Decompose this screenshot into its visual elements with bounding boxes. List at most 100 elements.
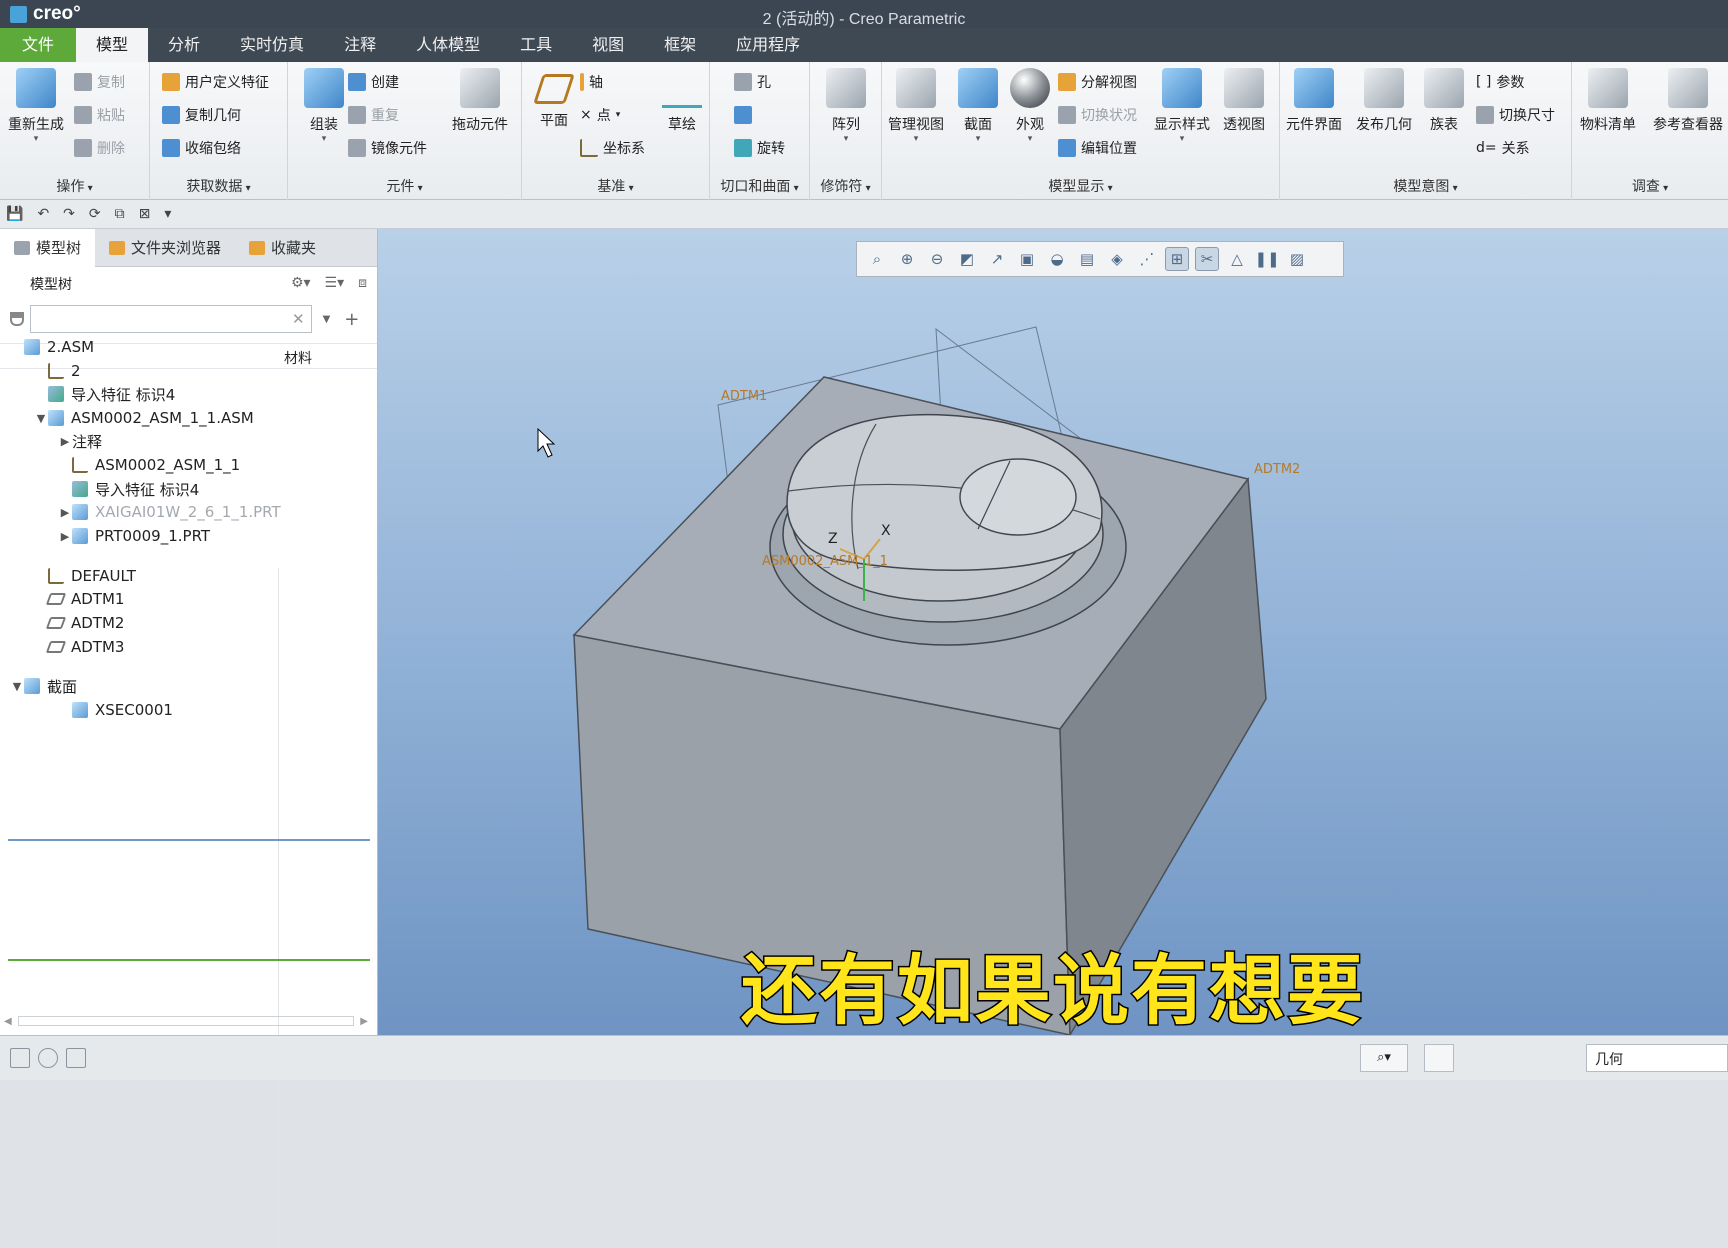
regenerate-small-icon[interactable]: ⟳ (89, 206, 101, 222)
drag-components-button[interactable]: 拖动元件 (448, 68, 512, 134)
tree-horizontal-scrollbar[interactable]: ◀ ▶ (4, 1013, 368, 1029)
insert-here-divider[interactable] (8, 839, 370, 841)
scroll-track[interactable] (17, 1016, 355, 1026)
tab-model[interactable]: 模型 (76, 28, 149, 62)
windows-icon[interactable]: ⧉ (115, 206, 125, 222)
display-style-button[interactable]: 显示样式 ▾ (1150, 68, 1214, 144)
column-material[interactable]: 材料 (284, 348, 312, 368)
tree-row[interactable]: ▶ 注释 (58, 428, 102, 454)
tree-row[interactable]: ▶ PRT0009_1.PRT (58, 523, 210, 549)
family-table-button[interactable]: 族表 (1412, 68, 1476, 134)
tab-annotate[interactable]: 注释 (324, 28, 396, 62)
group-label-model-intent[interactable]: 模型意图 (1280, 176, 1571, 196)
tree-row[interactable]: 导入特征 标识4 (34, 381, 175, 407)
customize-dropdown-icon[interactable]: ▾ (164, 206, 171, 222)
tab-file[interactable]: 文件 (0, 28, 77, 62)
reference-viewer-button[interactable]: 参考查看器 (1652, 68, 1724, 134)
redo-icon[interactable]: ↷ (63, 206, 75, 222)
assemble-button[interactable]: 组装 ▾ (292, 68, 356, 144)
manage-views-button[interactable]: 管理视图 ▾ (884, 68, 948, 144)
tree-row[interactable]: ▼ 截面 (10, 673, 77, 699)
edit-position-button[interactable]: 编辑位置 (1058, 136, 1137, 160)
close-window-icon[interactable]: ⊠ (139, 206, 151, 222)
expand-toggle-icon[interactable]: ▶ (58, 435, 72, 448)
explode-view-button[interactable]: 分解视图 (1058, 70, 1137, 94)
pattern-button[interactable]: 阵列 ▾ (814, 68, 878, 144)
tab-view[interactable]: 视图 (572, 28, 644, 62)
csys-button[interactable]: 坐标系 (580, 136, 645, 160)
appearance-button[interactable]: 外观 ▾ (998, 68, 1062, 144)
group-label-datum[interactable]: 基准 (522, 176, 709, 196)
add-icon[interactable]: + (344, 309, 359, 330)
tree-row[interactable]: 2.ASM (10, 334, 94, 360)
point-button[interactable]: × 点 ▾ (580, 103, 620, 127)
group-label-modifiers[interactable]: 修饰符 (810, 176, 881, 196)
tab-manikin[interactable]: 人体模型 (396, 28, 500, 62)
expand-toggle-icon[interactable]: ▼ (10, 680, 24, 693)
shrinkwrap-button[interactable]: 收缩包络 (162, 136, 241, 160)
filter-funnel-icon[interactable] (10, 312, 24, 326)
group-label-investigate[interactable]: 调查 (1572, 176, 1728, 196)
graphics-viewport[interactable]: ⌕ ⊕ ⊖ ◩ ↗ ▣ ◒ ▤ ◈ ⋰ ⊞ ✂ △ ❚❚ ▨ Z X ASM00… (378, 229, 1728, 1035)
tree-row[interactable]: ADTM2 (34, 610, 124, 636)
parameters-button[interactable]: [ ] 参数 (1476, 70, 1524, 94)
tree-filter-icon[interactable]: ⧈ (358, 275, 367, 291)
group-label-cut-surface[interactable]: 切口和曲面 (710, 176, 809, 196)
group-label-model-display[interactable]: 模型显示 (882, 176, 1279, 196)
hole-button[interactable]: 孔 (734, 70, 771, 94)
group-label-get-data[interactable]: 获取数据 (150, 176, 287, 196)
component-interface-button[interactable]: 元件界面 (1282, 68, 1346, 134)
tab-favorites[interactable]: 收藏夹 (235, 229, 330, 267)
tab-analysis[interactable]: 分析 (148, 28, 220, 62)
tab-applications[interactable]: 应用程序 (716, 28, 820, 62)
undo-icon[interactable]: ↶ (37, 206, 49, 222)
scroll-left-icon[interactable]: ◀ (4, 1016, 12, 1027)
expand-toggle-icon[interactable]: ▶ (58, 506, 72, 519)
perspective-button[interactable]: 透视图 (1212, 68, 1276, 134)
tree-row[interactable]: ▶ XAIGAI01W_2_6_1_1.PRT (58, 499, 281, 525)
show-browser-icon[interactable] (38, 1048, 58, 1068)
tree-row[interactable]: ASM0002_ASM_1_1 (58, 452, 240, 478)
tree-row[interactable]: ADTM3 (34, 634, 124, 660)
find-binoculars-icon[interactable]: ⌕▾ (1360, 1044, 1408, 1072)
paste-button[interactable]: 粘贴 (74, 103, 125, 127)
tree-search-input[interactable] (30, 305, 312, 333)
search-dropdown-icon[interactable]: ▼ (323, 314, 331, 325)
delete-button[interactable]: 删除 (74, 136, 125, 160)
scroll-right-icon[interactable]: ▶ (360, 1016, 368, 1027)
tab-tools[interactable]: 工具 (500, 28, 572, 62)
full-screen-icon[interactable] (66, 1048, 86, 1068)
selection-filter-icon[interactable] (1424, 1044, 1454, 1072)
plane-button[interactable]: 平面 (522, 68, 586, 130)
repeat-button[interactable]: 重复 (348, 103, 399, 127)
group-label-operations[interactable]: 操作 (0, 176, 149, 196)
copy-button[interactable]: 复制 (74, 70, 125, 94)
publish-geometry-button[interactable]: 发布几何 (1352, 68, 1416, 134)
copy-geometry-button[interactable]: 复制几何 (162, 103, 241, 127)
tree-row[interactable]: XSEC0001 (58, 697, 173, 723)
extrude-button[interactable] (734, 103, 752, 127)
regenerate-button[interactable]: 重新生成 ▾ (4, 68, 68, 144)
group-label-component[interactable]: 元件 (288, 176, 521, 196)
relations-button[interactable]: d= 关系 (1476, 136, 1530, 160)
toggle-status-button[interactable]: 切换状况 (1058, 103, 1137, 127)
sketch-button[interactable]: 草绘 (650, 68, 714, 134)
tab-model-tree[interactable]: 模型树 (0, 228, 96, 267)
expand-toggle-icon[interactable]: ▶ (58, 530, 72, 543)
clear-search-icon[interactable]: ✕ (292, 310, 305, 328)
tab-live-simulation[interactable]: 实时仿真 (220, 28, 324, 62)
tab-folder-browser[interactable]: 文件夹浏览器 (95, 229, 235, 267)
tab-framework[interactable]: 框架 (644, 28, 716, 62)
user-defined-feature-button[interactable]: 用户定义特征 (162, 70, 269, 94)
axis-button[interactable]: 轴 (580, 70, 603, 94)
show-navigator-icon[interactable] (10, 1048, 30, 1068)
mirror-component-button[interactable]: 镜像元件 (348, 136, 427, 160)
tree-row[interactable]: ADTM1 (34, 586, 124, 612)
tree-settings-icon[interactable]: ⚙▾ (291, 275, 311, 291)
expand-toggle-icon[interactable]: ▼ (34, 412, 48, 425)
switch-dimensions-button[interactable]: 切换尺寸 (1476, 103, 1555, 127)
bom-button[interactable]: 物料清单 (1576, 68, 1640, 134)
create-button[interactable]: 创建 (348, 70, 399, 94)
selection-filter-dropdown[interactable]: 几何 (1586, 1044, 1728, 1072)
save-icon[interactable]: 💾 (6, 206, 23, 222)
